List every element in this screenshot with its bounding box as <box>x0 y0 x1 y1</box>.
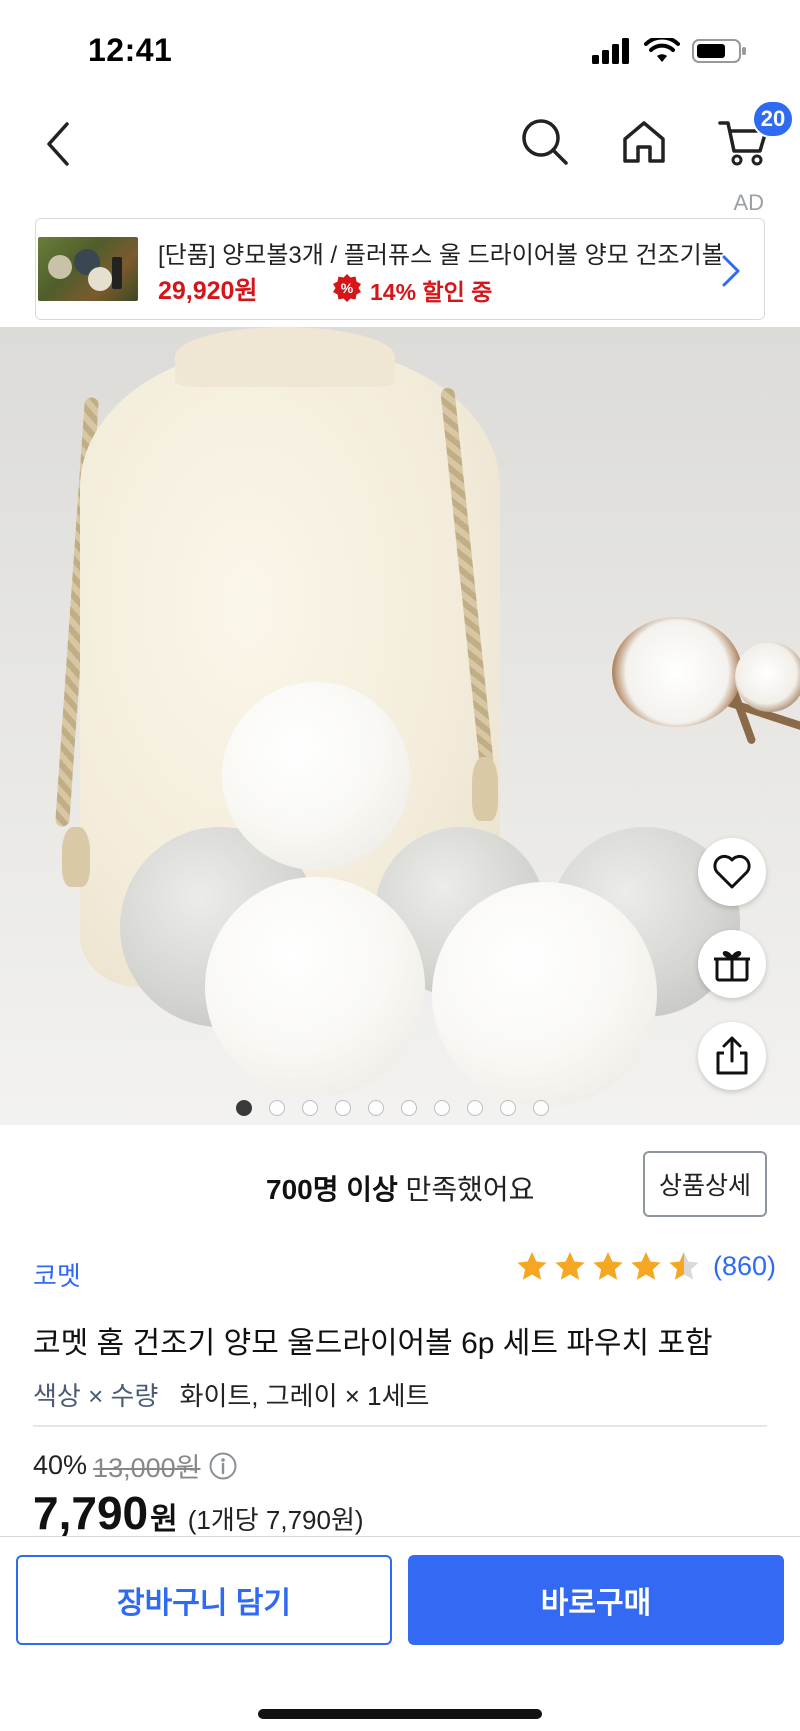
carousel-dot[interactable] <box>401 1100 417 1116</box>
price-currency: 원 <box>150 1503 178 1536</box>
carousel-dot[interactable] <box>533 1100 549 1116</box>
share-icon <box>716 1036 748 1075</box>
wifi-icon <box>644 38 680 62</box>
rating[interactable]: (860) <box>515 1250 776 1282</box>
carousel-dot[interactable] <box>467 1100 483 1116</box>
ad-chevron <box>716 251 746 291</box>
wishlist-button[interactable] <box>698 838 766 906</box>
top-nav <box>0 100 800 200</box>
search-button[interactable] <box>515 112 575 172</box>
original-price: 13,000원 <box>93 1453 201 1483</box>
option-summary[interactable]: 색상 × 수량 화이트, 그레이 × 1세트 <box>33 1376 429 1413</box>
ad-label: AD <box>733 190 764 215</box>
status-icons <box>592 38 748 64</box>
discount-row: 40% 13,000원 <box>33 1446 238 1485</box>
product-title: 코멧 홈 건조기 양모 울드라이어볼 6p 세트 파우치 포함 <box>33 1327 713 1360</box>
home-icon <box>623 121 665 163</box>
wool-ball <box>222 682 410 870</box>
satisfaction-text: 700명 이상 만족했어요 <box>266 1168 534 1208</box>
satisfaction-label: 만족했어요 <box>397 1174 535 1205</box>
status-bar: 12:41 <box>0 0 800 100</box>
sale-price: 7,790 <box>33 1487 149 1539</box>
product-image-carousel[interactable] <box>0 327 800 1125</box>
price-row: 7,790 원 (1개당 7,790원) <box>33 1486 364 1540</box>
rating-stars <box>515 1250 701 1282</box>
search-icon <box>522 119 568 165</box>
home-indicator <box>258 1709 542 1719</box>
option-value: 화이트, 그레이 × 1세트 <box>179 1381 430 1411</box>
heart-icon <box>713 854 751 889</box>
cotton-decoration <box>612 617 742 727</box>
gift-button[interactable] <box>698 930 766 998</box>
ad-discount-text: 14% 할인 중 <box>370 279 493 305</box>
chevron-right-icon <box>722 255 740 287</box>
carousel-dot[interactable] <box>368 1100 384 1116</box>
divider <box>33 1425 767 1427</box>
product-detail-button[interactable]: 상품상세 <box>643 1151 767 1217</box>
ad-thumbnail <box>38 237 138 301</box>
carousel-dot[interactable] <box>335 1100 351 1116</box>
battery-icon <box>692 39 746 63</box>
carousel-dot[interactable] <box>302 1100 318 1116</box>
carousel-dot[interactable] <box>434 1100 450 1116</box>
satisfaction-count: 700명 이상 <box>266 1174 398 1205</box>
carousel-dot[interactable] <box>500 1100 516 1116</box>
brand-link[interactable]: 코멧 <box>33 1256 81 1293</box>
ad-price: 29,920원 <box>158 277 258 305</box>
info-icon[interactable] <box>208 1451 238 1481</box>
star-icon <box>593 1252 623 1280</box>
carousel-dot-active[interactable] <box>236 1100 252 1116</box>
cart-count-badge: 20 <box>752 100 794 138</box>
ad-banner[interactable]: [단품] 양모볼3개 / 플러퓨스 울 드라이어볼 양모 건조기볼 29,920… <box>35 218 765 320</box>
star-icon <box>631 1252 661 1280</box>
home-button[interactable] <box>614 112 674 172</box>
wool-ball <box>432 882 657 1107</box>
carousel-indicator <box>236 1100 549 1116</box>
share-button[interactable] <box>698 1022 766 1090</box>
svg-text:%: % <box>341 280 354 296</box>
discount-percent-icon: % <box>333 274 361 302</box>
wool-ball <box>205 877 425 1097</box>
signal-icon <box>592 38 629 64</box>
discount-percent: 40% <box>33 1450 88 1480</box>
ad-title: [단품] 양모볼3개 / 플러퓨스 울 드라이어볼 양모 건조기볼 <box>158 242 724 269</box>
star-icon <box>517 1252 547 1280</box>
chevron-left-icon <box>47 122 69 166</box>
star-icon <box>669 1252 699 1280</box>
unit-price: (1개당 7,790원) <box>187 1505 364 1535</box>
star-icon <box>555 1252 585 1280</box>
review-count: (860) <box>712 1250 776 1281</box>
status-time: 12:41 <box>88 32 173 68</box>
add-to-cart-button[interactable]: 장바구니 담기 <box>16 1555 392 1645</box>
option-label: 색상 × 수량 <box>33 1381 159 1411</box>
back-button[interactable] <box>28 114 88 174</box>
bottom-action-bar: 장바구니 담기 바로구매 <box>0 1536 800 1731</box>
buy-now-button[interactable]: 바로구매 <box>408 1555 784 1645</box>
gift-icon <box>714 951 750 982</box>
carousel-dot[interactable] <box>269 1100 285 1116</box>
